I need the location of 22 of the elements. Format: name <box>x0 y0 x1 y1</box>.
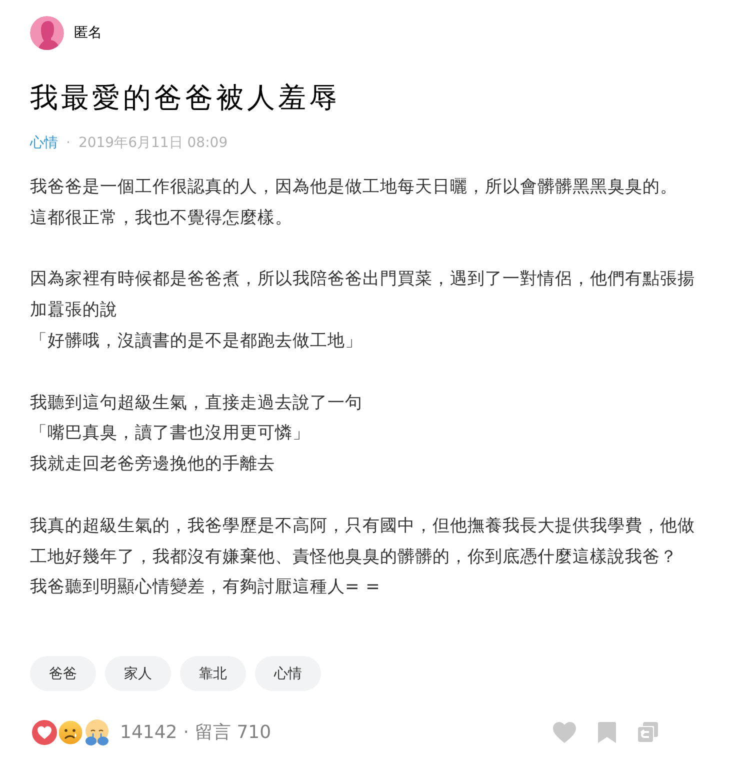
topic-tag[interactable]: 心情 <box>255 656 321 692</box>
heart-reaction-icon <box>30 718 59 747</box>
body-paragraph: 我爸爸是一個工作很認真的人，因為他是做工地每天日曬，所以會髒髒黑黑臭臭的。 這都很正常，我也不覺得怎麼樣。 <box>30 176 678 230</box>
topic-tag[interactable]: 家人 <box>105 656 171 692</box>
author-name: 匿名 <box>74 24 102 43</box>
topic-tag[interactable]: 靠北 <box>180 656 246 692</box>
separator-dot: · <box>183 722 189 743</box>
sobbing-face-icon <box>83 718 111 746</box>
body-paragraph: 我聽到這句超級生氣，直接走過去說了一句 「嘴巴真臭，讀了書也沒用更可憐」 我就走回老爸旁邊挽他的手離去 <box>30 392 364 476</box>
body-paragraph: 我真的超級生氣的，我爸學歷是不高阿，只有國中，但他撫養我長大提供我學費，他做 工地好幾年了，我都沒有嫌棄他、責怪他臭臭的髒髒的，你到底憑什麼這樣說我爸？ 我爸聽到明顯心情變差，有夠討厭這種人= = <box>30 514 696 600</box>
bookmark-button[interactable] <box>598 722 616 743</box>
body-paragraph: 因為家裡有時候都是爸爸煮，所以我陪爸爸出門買菜，遇到了一對情侶，他們有點張揚 加囂張的說 「好髒哦，沒讀書的是不是都跑去做工地」 <box>30 268 696 353</box>
reaction-count: 14142 <box>120 722 178 743</box>
post-date: 2019年6月11日 08:09 <box>78 134 228 153</box>
avatar-icon <box>30 16 64 50</box>
like-button[interactable] <box>553 722 576 743</box>
comment-count: 留言 710 <box>195 721 272 744</box>
topic-tag[interactable]: 爸爸 <box>30 656 96 692</box>
separator-dot: · <box>66 134 70 153</box>
share-button[interactable] <box>638 722 658 742</box>
post-title: 我最愛的爸爸被人羞辱 <box>30 80 341 116</box>
crying-face-icon <box>57 718 84 746</box>
